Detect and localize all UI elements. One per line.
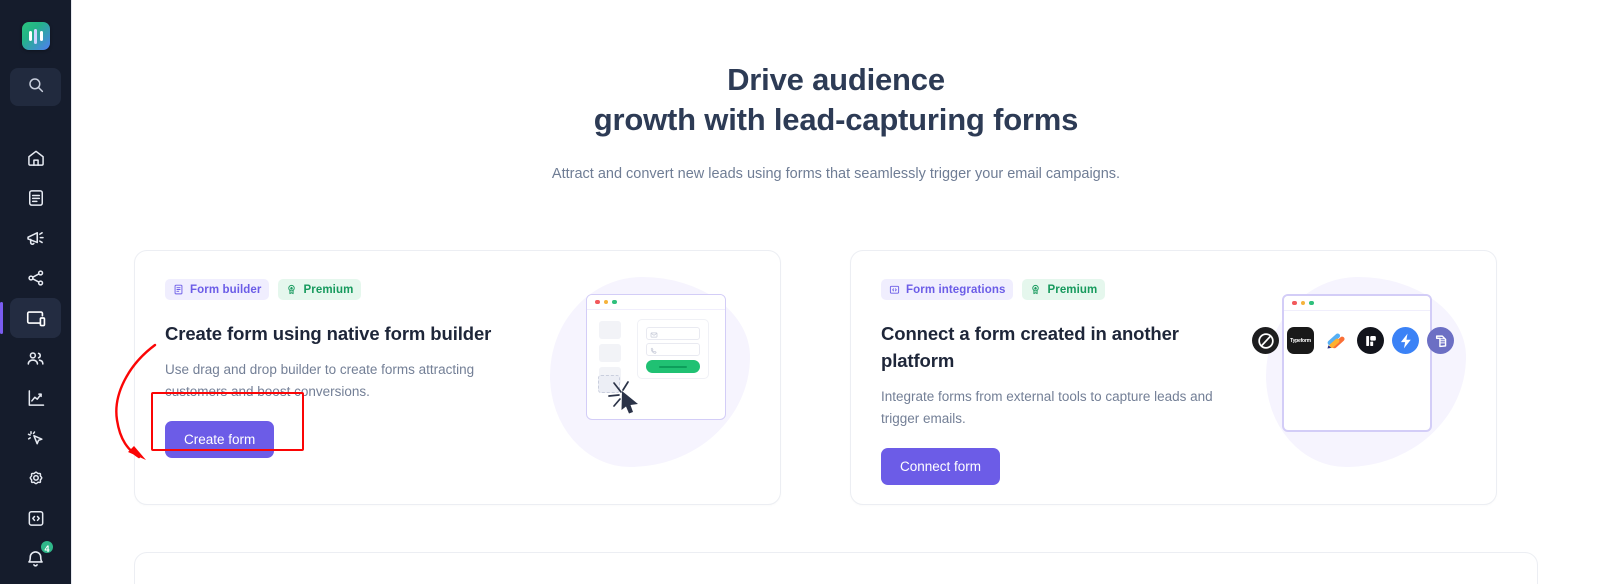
zapier-logo-icon	[1392, 327, 1419, 354]
jotform-logo-icon	[1322, 327, 1349, 354]
card-form-integrations-title: Connect a form created in another platfo…	[881, 323, 1179, 371]
main-content: Drive audience growth with lead-capturin…	[72, 0, 1600, 584]
create-form-button[interactable]: Create form	[165, 421, 275, 458]
page-title-line-2: growth with lead-capturing forms	[593, 102, 1079, 137]
connect-form-button[interactable]: Connect form	[881, 448, 1001, 485]
typeform-logo-icon: Typeform	[1287, 327, 1314, 354]
cards-row: Form builder Premium Create form using n	[134, 250, 1538, 505]
sidebar-item-automations[interactable]	[10, 218, 61, 258]
notification-count-badge: 4	[39, 539, 55, 555]
leadpages-logo-icon	[1427, 327, 1454, 354]
illustration-phone-field	[646, 343, 700, 356]
tag-form-builder-label: Form builder	[190, 283, 262, 296]
card-form-integrations-description: Integrate forms from external tools to c…	[881, 389, 1213, 426]
tag-premium-1-label: Premium	[303, 283, 354, 296]
cursor-click-icon	[26, 428, 46, 448]
gear-icon	[26, 468, 46, 488]
tag-premium-2-label: Premium	[1047, 283, 1098, 296]
page-title-line-1: Drive audience	[727, 62, 945, 97]
sidebar-item-campaigns[interactable]	[10, 178, 61, 218]
form-builder-illustration	[550, 273, 762, 485]
mailerlite-logo[interactable]	[21, 22, 50, 50]
form-integrations-illustration: Typeform	[1252, 273, 1478, 485]
card-form-builder[interactable]: Form builder Premium Create form using n	[134, 250, 781, 505]
window-dot-yellow	[603, 299, 608, 305]
illustration-block-1	[599, 321, 621, 339]
illustration-browser-window	[1282, 294, 1432, 432]
window-dot-yellow	[1300, 300, 1305, 306]
tag-premium-1: Premium	[278, 279, 362, 300]
typeform-wordmark: Typeform	[1290, 337, 1311, 344]
tag-form-integrations: Form integrations	[881, 279, 1014, 300]
share-nodes-icon	[26, 268, 46, 288]
tag-form-builder: Form builder	[165, 279, 270, 300]
form-document-icon	[173, 284, 184, 295]
create-form-button-wrap: Create form	[151, 392, 304, 458]
page-subtitle: Attract and convert new leads using form…	[551, 166, 1121, 182]
sidebar: 4	[0, 0, 72, 584]
tag-premium-2: Premium	[1022, 279, 1106, 300]
subscribers-icon	[25, 348, 46, 369]
analytics-chart-icon	[26, 388, 46, 408]
monitor-mobile-icon	[25, 307, 47, 329]
card-form-integrations[interactable]: Form integrations Premium Connect a form	[850, 250, 1497, 505]
campaigns-icon	[26, 188, 46, 208]
connect-form-button-wrap: Connect form	[881, 430, 1001, 485]
sidebar-item-developers[interactable]	[10, 498, 61, 538]
tag-form-integrations-label: Form integrations	[906, 283, 1006, 296]
logo-bar-2	[34, 28, 37, 44]
premium-medal-icon	[1030, 284, 1041, 295]
illustration-block-2	[599, 344, 621, 362]
logo-bar-1	[28, 31, 32, 41]
search-icon	[27, 76, 45, 99]
logo-bar-3	[39, 31, 43, 41]
illustration-window-titlebar	[1284, 296, 1430, 311]
sidebar-item-sites-and-forms[interactable]	[0, 298, 61, 338]
page-title: Drive audience growth with lead-capturin…	[72, 60, 1600, 140]
code-brackets-icon	[26, 508, 46, 528]
megaphone-icon	[25, 228, 46, 249]
embed-code-icon	[889, 284, 900, 295]
illustration-window-titlebar	[587, 295, 725, 310]
illustration-form-panel	[637, 319, 709, 379]
window-dot-red	[1292, 300, 1297, 306]
sidebar-item-subscribers[interactable]	[10, 338, 61, 378]
card-form-integrations-tags: Form integrations Premium	[881, 279, 1221, 300]
home-icon	[26, 148, 46, 168]
sidebar-item-dashboard[interactable]	[10, 138, 61, 178]
window-dot-red	[595, 299, 600, 305]
window-dot-green	[612, 299, 617, 305]
search-button[interactable]	[10, 68, 61, 106]
card-form-builder-body: Form builder Premium Create form using n	[151, 279, 505, 458]
paperform-logo-icon	[1357, 327, 1384, 354]
illustration-submit-button	[646, 360, 700, 373]
card-form-integrations-body: Form integrations Premium Connect a form	[881, 279, 1221, 485]
illustration-email-field	[646, 327, 700, 340]
card-third-partial[interactable]	[134, 552, 1538, 584]
sidebar-item-analytics[interactable]	[10, 378, 61, 418]
unbounce-logo-icon	[1252, 327, 1279, 354]
card-form-builder-title: Create form using native form builder	[165, 323, 492, 344]
hero-section: Drive audience growth with lead-capturin…	[72, 0, 1600, 184]
premium-medal-icon	[286, 284, 297, 295]
window-dot-green	[1309, 300, 1314, 306]
card-form-builder-tags: Form builder Premium	[165, 279, 505, 300]
page-root: 4 Drive audience growth with lead-captur…	[0, 0, 1600, 584]
illustration-browser-window	[586, 294, 726, 420]
sidebar-item-settings[interactable]	[10, 458, 61, 498]
sidebar-nav: 4	[0, 122, 71, 578]
illustration-cursor-icon	[608, 381, 638, 414]
sidebar-item-workflows[interactable]	[10, 258, 61, 298]
integration-logos: Typeform	[1252, 327, 1456, 354]
card-form-builder-description: Use drag and drop builder to create form…	[165, 362, 475, 399]
sidebar-item-notifications[interactable]: 4	[10, 538, 61, 578]
sidebar-item-tracking[interactable]	[10, 418, 61, 458]
